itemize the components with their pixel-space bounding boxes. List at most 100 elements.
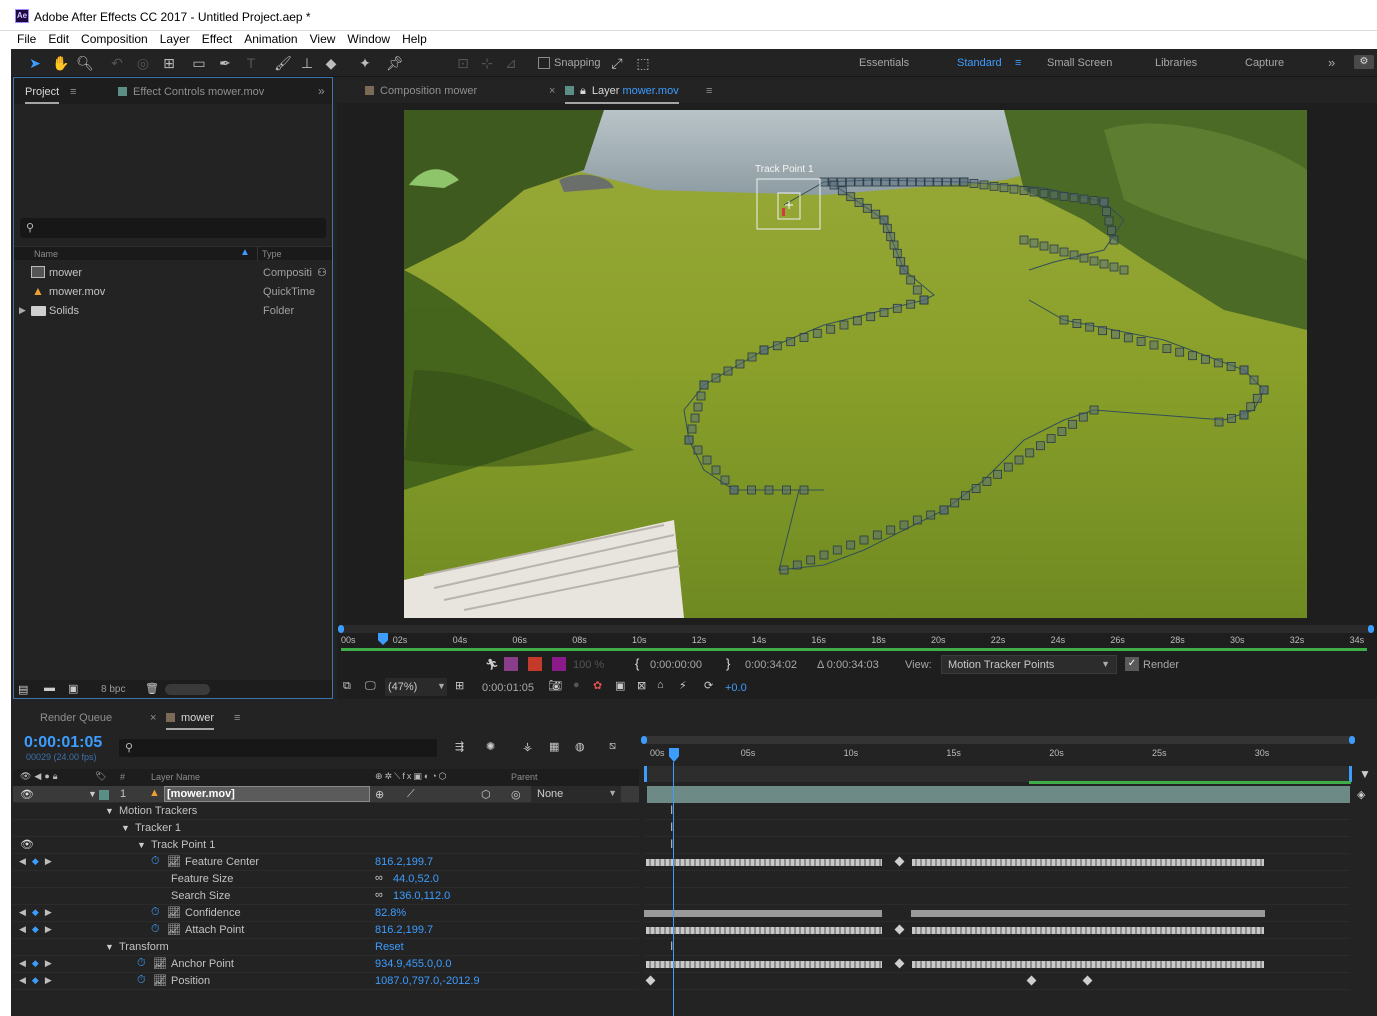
menu-edit[interactable]: Edit [42,31,75,47]
viewer-menu-icon[interactable]: ≡ [706,85,712,97]
new-folder-icon[interactable]: ▬ [44,682,55,694]
property-row-tracker-1[interactable]: ▼ Tracker 1 [13,820,639,837]
column-name[interactable]: Name [34,249,58,259]
keyframe-lane[interactable]: I [644,803,1350,820]
tab-layer-source[interactable]: mower.mov [622,85,678,97]
keyframe-run[interactable] [912,859,1264,866]
keyframe-run[interactable] [646,859,882,866]
graph-icon[interactable]: 📈︎ [167,906,181,919]
layer-row[interactable]: 👁︎ ▼ 1 ▲ [mower.mov] ⊕ ⟋ ⬡ ◎ None ▼ [13,786,639,803]
keyframe-run[interactable] [646,961,882,968]
column-type[interactable]: Type [262,249,282,259]
stopwatch-icon[interactable]: ⏱︎ [137,957,146,970]
bit-depth[interactable]: 8 bpc [101,684,125,695]
keyframe-run[interactable] [646,927,882,934]
keyframe-lane[interactable] [644,922,1350,939]
tab-composition[interactable]: Composition mower [365,85,477,97]
menu-effect[interactable]: Effect [196,31,238,47]
camera-orbit-tool-icon[interactable]: ◎ [133,53,153,73]
stopwatch-icon[interactable]: ⏱︎ [151,906,160,919]
property-value[interactable]: 44.0,52.0 [393,873,439,885]
tab-effect-controls[interactable]: Effect Controls mower.mov [118,86,264,98]
property-row-position[interactable]: ◀◆▶ ⏱︎ 📈︎ Position 1087.0,797.0,-2012.9 [13,973,639,990]
keyframe-navigator[interactable]: ◀◆▶ [19,907,58,918]
snap-edges-icon[interactable]: ⤢ [607,53,627,73]
tab-layer[interactable]: 🔒︎ Layer mower.mov [565,85,679,104]
time-navigator[interactable] [338,625,1374,633]
property-value[interactable]: Reset [375,941,404,953]
3d-layer-icon[interactable]: ⬡ [481,788,491,801]
graph-icon[interactable]: 📈︎ [167,923,181,936]
roto-brush-tool-icon[interactable]: ✦ [355,53,375,73]
in-point[interactable]: 0:00:00:00 [650,659,702,671]
tab-mower[interactable]: mower [166,712,215,730]
tab-render-queue[interactable]: Render Queue [40,712,112,724]
keyframe-icon[interactable] [1082,975,1093,986]
column-parent[interactable]: Parent [511,772,538,782]
flowchart-icon[interactable]: ⚇ [317,266,327,279]
property-row-search-size[interactable]: Search Size ∞ 136.0,112.0 [13,888,639,905]
property-value[interactable]: 934.9,455.0,0.0 [375,958,451,970]
visibility-eye-icon[interactable]: 👁︎ [20,788,34,801]
switches-icons[interactable]: ⊕✲⟍fx▣◐◔⬡ [375,771,449,782]
keyframe-icon[interactable] [894,958,905,969]
render-checkbox[interactable]: ✓ [1125,657,1139,671]
3d-view-icon[interactable]: ⌂ [657,679,664,691]
property-value[interactable]: 1087.0,797.0,-2012.9 [375,975,480,987]
keyframe-lane[interactable] [644,905,1350,922]
layer-duration-bar[interactable] [647,786,1350,803]
workspace-menu-icon[interactable]: ≡ [1015,57,1021,69]
keyframe-lane[interactable]: I [644,939,1350,956]
keyframe-lane[interactable] [644,888,1350,905]
parent-dropdown[interactable]: None ▼ [531,786,621,802]
eraser-tool-icon[interactable]: ◆ [321,53,341,73]
project-item-mower-mov[interactable]: ▲ mower.mov QuickTime [14,283,332,302]
search-help-icon[interactable]: ⚙ [1354,55,1374,69]
puppet-pin-tool-icon[interactable]: 📌︎ [385,53,405,73]
type-tool-icon[interactable]: T [241,53,261,73]
keyframe-icon[interactable] [1026,975,1037,986]
keyframe-navigator[interactable]: ◀◆▶ [19,856,58,867]
layer-label-color[interactable] [99,790,109,800]
snapshot-icon[interactable]: 📷︎ [548,679,562,692]
keyframe-lane[interactable] [644,956,1350,973]
pan-behind-tool-icon[interactable]: ⊞ [159,53,179,73]
project-item-solids[interactable]: ▶ Solids Folder [14,302,332,321]
collapse-switch-icon[interactable]: ⊕ [375,788,384,801]
keyframe-lane[interactable]: I [644,837,1350,854]
visibility-eye-icon[interactable]: 👁︎ [20,838,34,851]
graph-icon[interactable]: 📈︎ [153,974,167,987]
composition-mini-flowchart-icon[interactable]: ⇶ [455,740,464,753]
snapping-checkbox[interactable] [538,57,550,69]
property-row-attach-point[interactable]: ◀◆▶ ⏱︎ 📈︎ Attach Point 816.2,199.7 [13,922,639,939]
property-row-feature-size[interactable]: Feature Size ∞ 44.0,52.0 [13,871,639,888]
keyframe-run[interactable] [912,961,1264,968]
magnification-dropdown[interactable]: (47%) ▼ [385,678,447,696]
timecode-display[interactable]: 0:00:01:05 [24,734,102,752]
timeline-search-input[interactable]: ⚲ [119,739,437,757]
menu-window[interactable]: Window [341,31,396,47]
column-number[interactable]: # [120,772,125,782]
stopwatch-icon[interactable]: ⏱︎ [151,923,160,936]
property-row-transform[interactable]: ▼ Transform Reset [13,939,639,956]
workspace-capture[interactable]: Capture [1245,57,1284,69]
show-snapshot-icon[interactable]: ● [573,679,580,691]
stopwatch-icon[interactable]: ⏱︎ [151,855,160,868]
clone-stamp-tool-icon[interactable]: ⊥ [297,53,317,73]
frame-blending-icon[interactable]: ▦ [549,740,559,753]
always-preview-icon[interactable]: ⧉ [343,680,351,693]
workspace-libraries[interactable]: Libraries [1155,57,1197,69]
set-out-icon[interactable]: } [726,656,730,671]
quality-switch-icon[interactable]: ⟋ [407,788,415,801]
property-row-confidence[interactable]: ◀◆▶ ⏱︎ 📈︎ Confidence 82.8% [13,905,639,922]
project-item-mower[interactable]: mower Compositi ⚇ [14,264,332,283]
transparency-grid-icon[interactable]: ⊠ [637,679,646,692]
keyframe-run[interactable] [912,927,1264,934]
menu-animation[interactable]: Animation [238,31,303,47]
new-composition-icon[interactable]: ▣ [68,682,78,695]
workspace-standard[interactable]: Standard [957,57,1002,69]
workspace-overflow-icon[interactable]: » [1328,55,1335,70]
set-in-icon[interactable]: { [635,656,639,671]
layer-motion-icon[interactable] [528,657,542,671]
menu-help[interactable]: Help [396,31,433,47]
